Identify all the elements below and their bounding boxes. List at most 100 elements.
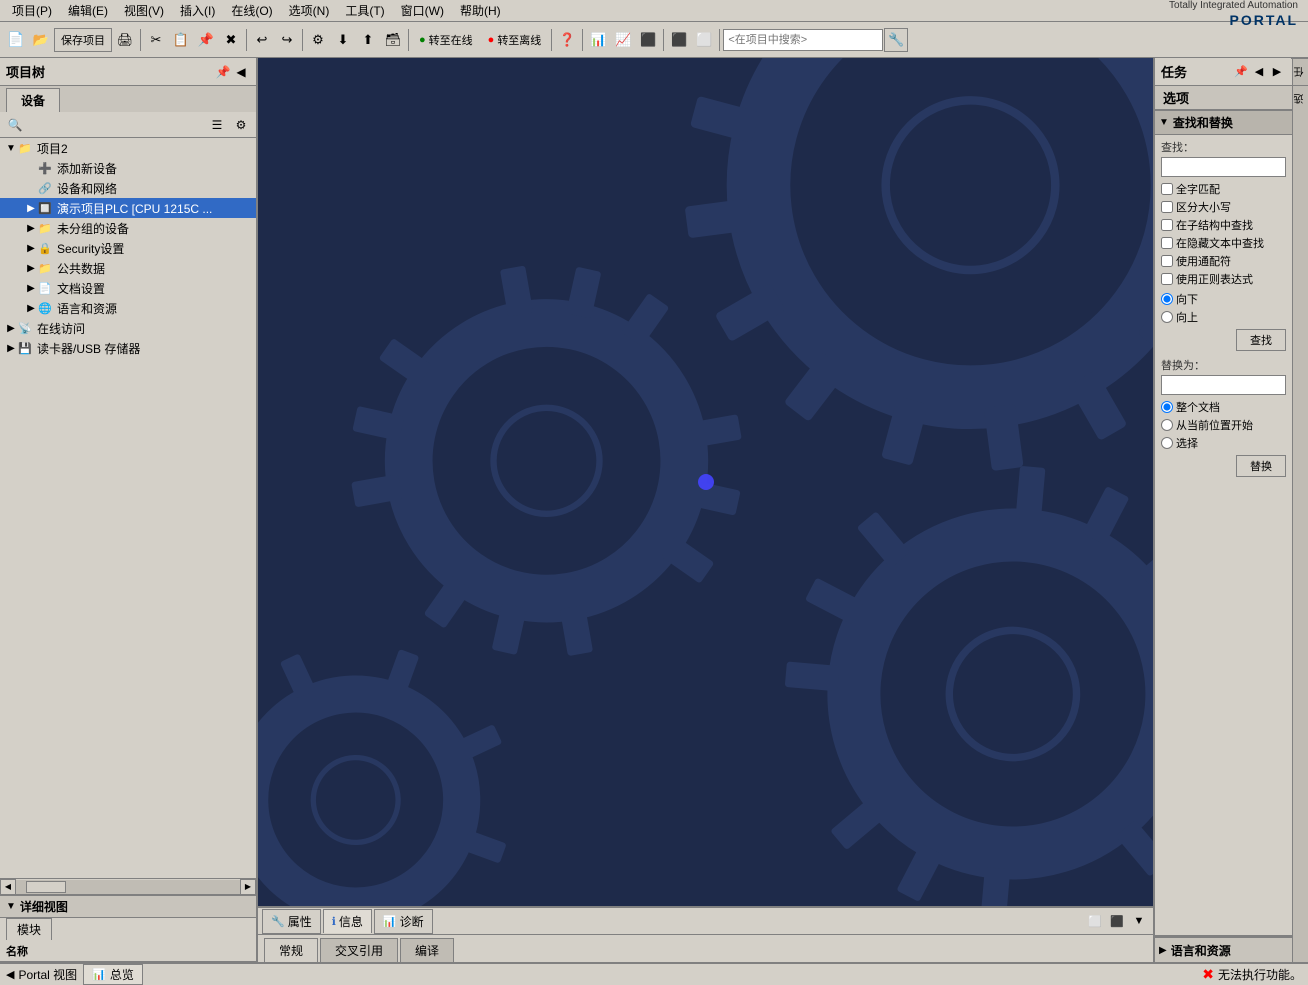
- tree-search-btn[interactable]: 🔍: [4, 115, 26, 135]
- brand-top: Totally Integrated Automation: [1169, 0, 1298, 12]
- vtab-2[interactable]: 选: [1291, 85, 1308, 112]
- tree-item-online[interactable]: ▶ 📡 在线访问: [0, 318, 256, 338]
- close-panel-btn[interactable]: ◀: [232, 63, 250, 81]
- undo-btn[interactable]: ↩: [250, 28, 274, 52]
- tree-item-device-network[interactable]: 🔗 设备和网络: [0, 178, 256, 198]
- direction-up-radio[interactable]: [1161, 311, 1173, 323]
- delete-btn[interactable]: ✖: [219, 28, 243, 52]
- compile-btn[interactable]: ⚙: [306, 28, 330, 52]
- menu-item-help[interactable]: 帮助(H): [452, 0, 509, 21]
- tree-item-add-device[interactable]: ➕ 添加新设备: [0, 158, 256, 178]
- tree-config-btn[interactable]: ⚙: [230, 115, 252, 135]
- tree-item-security[interactable]: ▶ 🔒 Security设置: [0, 238, 256, 258]
- tree-item-shared-label: 公共数据: [57, 260, 105, 277]
- tree-item-plc[interactable]: ▶ 🔲 演示项目PLC [CPU 1215C ...: [0, 198, 256, 218]
- new-project-btn[interactable]: 📄: [4, 28, 28, 52]
- detail-tab-module[interactable]: 模块: [6, 918, 52, 940]
- docs-icon: 📄: [38, 282, 54, 295]
- tree-item-reader[interactable]: ▶ 💾 读卡器/USB 存储器: [0, 338, 256, 358]
- tree-item-docs[interactable]: ▶ 📄 文档设置: [0, 278, 256, 298]
- regex-checkbox[interactable]: [1161, 273, 1173, 285]
- menu-item-edit[interactable]: 编辑(E): [60, 0, 116, 21]
- layout-btn2[interactable]: ⬜: [692, 28, 716, 52]
- print-btn[interactable]: 🖨: [113, 28, 137, 52]
- vtab-1[interactable]: 任: [1291, 58, 1308, 85]
- tasks-panel-btn1[interactable]: ◀: [1250, 63, 1268, 81]
- menu-item-options[interactable]: 选项(N): [281, 0, 338, 21]
- help-btn[interactable]: ❓: [555, 28, 579, 52]
- scope-whole-radio[interactable]: [1161, 401, 1173, 413]
- bottom-tab-crossref[interactable]: 交叉引用: [320, 938, 398, 962]
- panel-resize-btn3[interactable]: ▼: [1129, 911, 1149, 931]
- go-offline-btn[interactable]: ●转至离线: [481, 28, 549, 52]
- tree-item-root[interactable]: ▼ 📁 项目2: [0, 138, 256, 158]
- layout-btn1[interactable]: ⬛: [667, 28, 691, 52]
- tab-devices[interactable]: 设备: [6, 88, 60, 112]
- find-input[interactable]: [1161, 157, 1286, 177]
- lang-resources-expand[interactable]: ▶: [1159, 945, 1167, 956]
- wildcard-checkbox[interactable]: [1161, 255, 1173, 267]
- tasks-pin-btn[interactable]: 📌: [1232, 63, 1250, 81]
- save-project-btn[interactable]: 保存项目: [54, 28, 112, 52]
- monitor-btn1[interactable]: 📊: [586, 28, 610, 52]
- scroll-right-btn[interactable]: ▶: [240, 879, 256, 895]
- online-icon: 📡: [18, 322, 34, 335]
- diagnostics-btn[interactable]: 📊 诊断: [374, 909, 433, 934]
- portal-view-btn[interactable]: ◀ Portal 视图: [6, 966, 77, 983]
- bottom-tab-compile[interactable]: 编译: [400, 938, 454, 962]
- tree-item-ungroup[interactable]: ▶ 📁 未分组的设备: [0, 218, 256, 238]
- stop-btn[interactable]: ⬛: [636, 28, 660, 52]
- scroll-thumb[interactable]: [26, 881, 66, 893]
- tasks-panel-btn2[interactable]: ▶: [1268, 63, 1286, 81]
- cut-btn[interactable]: ✂: [144, 28, 168, 52]
- find-replace-header[interactable]: ▼ 查找和替换: [1155, 111, 1292, 135]
- tree-item-lang[interactable]: ▶ 🌐 语言和资源: [0, 298, 256, 318]
- tree-item-shared[interactable]: ▶ 📁 公共数据: [0, 258, 256, 278]
- open-project-btn[interactable]: 📂: [29, 28, 53, 52]
- menu-item-insert[interactable]: 插入(I): [172, 0, 223, 21]
- error-label: 无法执行功能。: [1218, 966, 1302, 983]
- panel-resize-btn1[interactable]: ⬜: [1085, 911, 1105, 931]
- monitor-btn2[interactable]: 📈: [611, 28, 635, 52]
- project-tree-title: 项目树: [6, 62, 214, 81]
- properties-btn[interactable]: 🔧 属性: [262, 909, 321, 934]
- total-view-label: 总览: [110, 966, 134, 983]
- search-extra-btn[interactable]: 🔧: [884, 28, 908, 52]
- replace-button[interactable]: 替换: [1236, 455, 1286, 477]
- search-input[interactable]: [723, 29, 883, 51]
- panel-resize-btn2[interactable]: ⬛: [1107, 911, 1127, 931]
- download-btn[interactable]: ⬇: [331, 28, 355, 52]
- go-online-btn[interactable]: ●转至在线: [412, 28, 480, 52]
- full-match-checkbox[interactable]: [1161, 183, 1173, 195]
- archive-btn[interactable]: 🗃: [381, 28, 405, 52]
- direction-down-radio[interactable]: [1161, 293, 1173, 305]
- info-btn[interactable]: ℹ 信息: [323, 909, 372, 933]
- pin-panel-btn[interactable]: 📌: [214, 63, 232, 81]
- tree-item-add-device-label: 添加新设备: [57, 160, 117, 177]
- bottom-tab-general[interactable]: 常规: [264, 938, 318, 962]
- menu-item-view[interactable]: 视图(V): [116, 0, 172, 21]
- total-view-btn[interactable]: 📊 总览: [83, 964, 143, 985]
- hidden-text-checkbox[interactable]: [1161, 237, 1173, 249]
- menu-item-tools[interactable]: 工具(T): [337, 0, 392, 21]
- diagnostics-icon: 📊: [383, 915, 397, 928]
- scope-from-current-radio[interactable]: [1161, 419, 1173, 431]
- paste-btn[interactable]: 📌: [194, 28, 218, 52]
- tree-view-btn[interactable]: ☰: [206, 115, 228, 135]
- cursor-indicator: [698, 474, 714, 490]
- options-section-header[interactable]: 选项: [1155, 86, 1292, 110]
- menu-item-online[interactable]: 在线(O): [223, 0, 280, 21]
- replace-input[interactable]: [1161, 375, 1286, 395]
- upload-btn[interactable]: ⬆: [356, 28, 380, 52]
- scroll-left-btn[interactable]: ◀: [0, 879, 16, 895]
- redo-btn[interactable]: ↪: [275, 28, 299, 52]
- menu-item-window[interactable]: 窗口(W): [393, 0, 452, 21]
- tree-item-online-label: 在线访问: [37, 320, 85, 337]
- case-sensitive-checkbox[interactable]: [1161, 201, 1173, 213]
- copy-btn[interactable]: 📋: [169, 28, 193, 52]
- menu-item-project[interactable]: 项目(P): [4, 0, 60, 21]
- detail-expand-btn[interactable]: ▼: [6, 901, 16, 912]
- find-button[interactable]: 查找: [1236, 329, 1286, 351]
- scope-selection-radio[interactable]: [1161, 437, 1173, 449]
- substructure-checkbox[interactable]: [1161, 219, 1173, 231]
